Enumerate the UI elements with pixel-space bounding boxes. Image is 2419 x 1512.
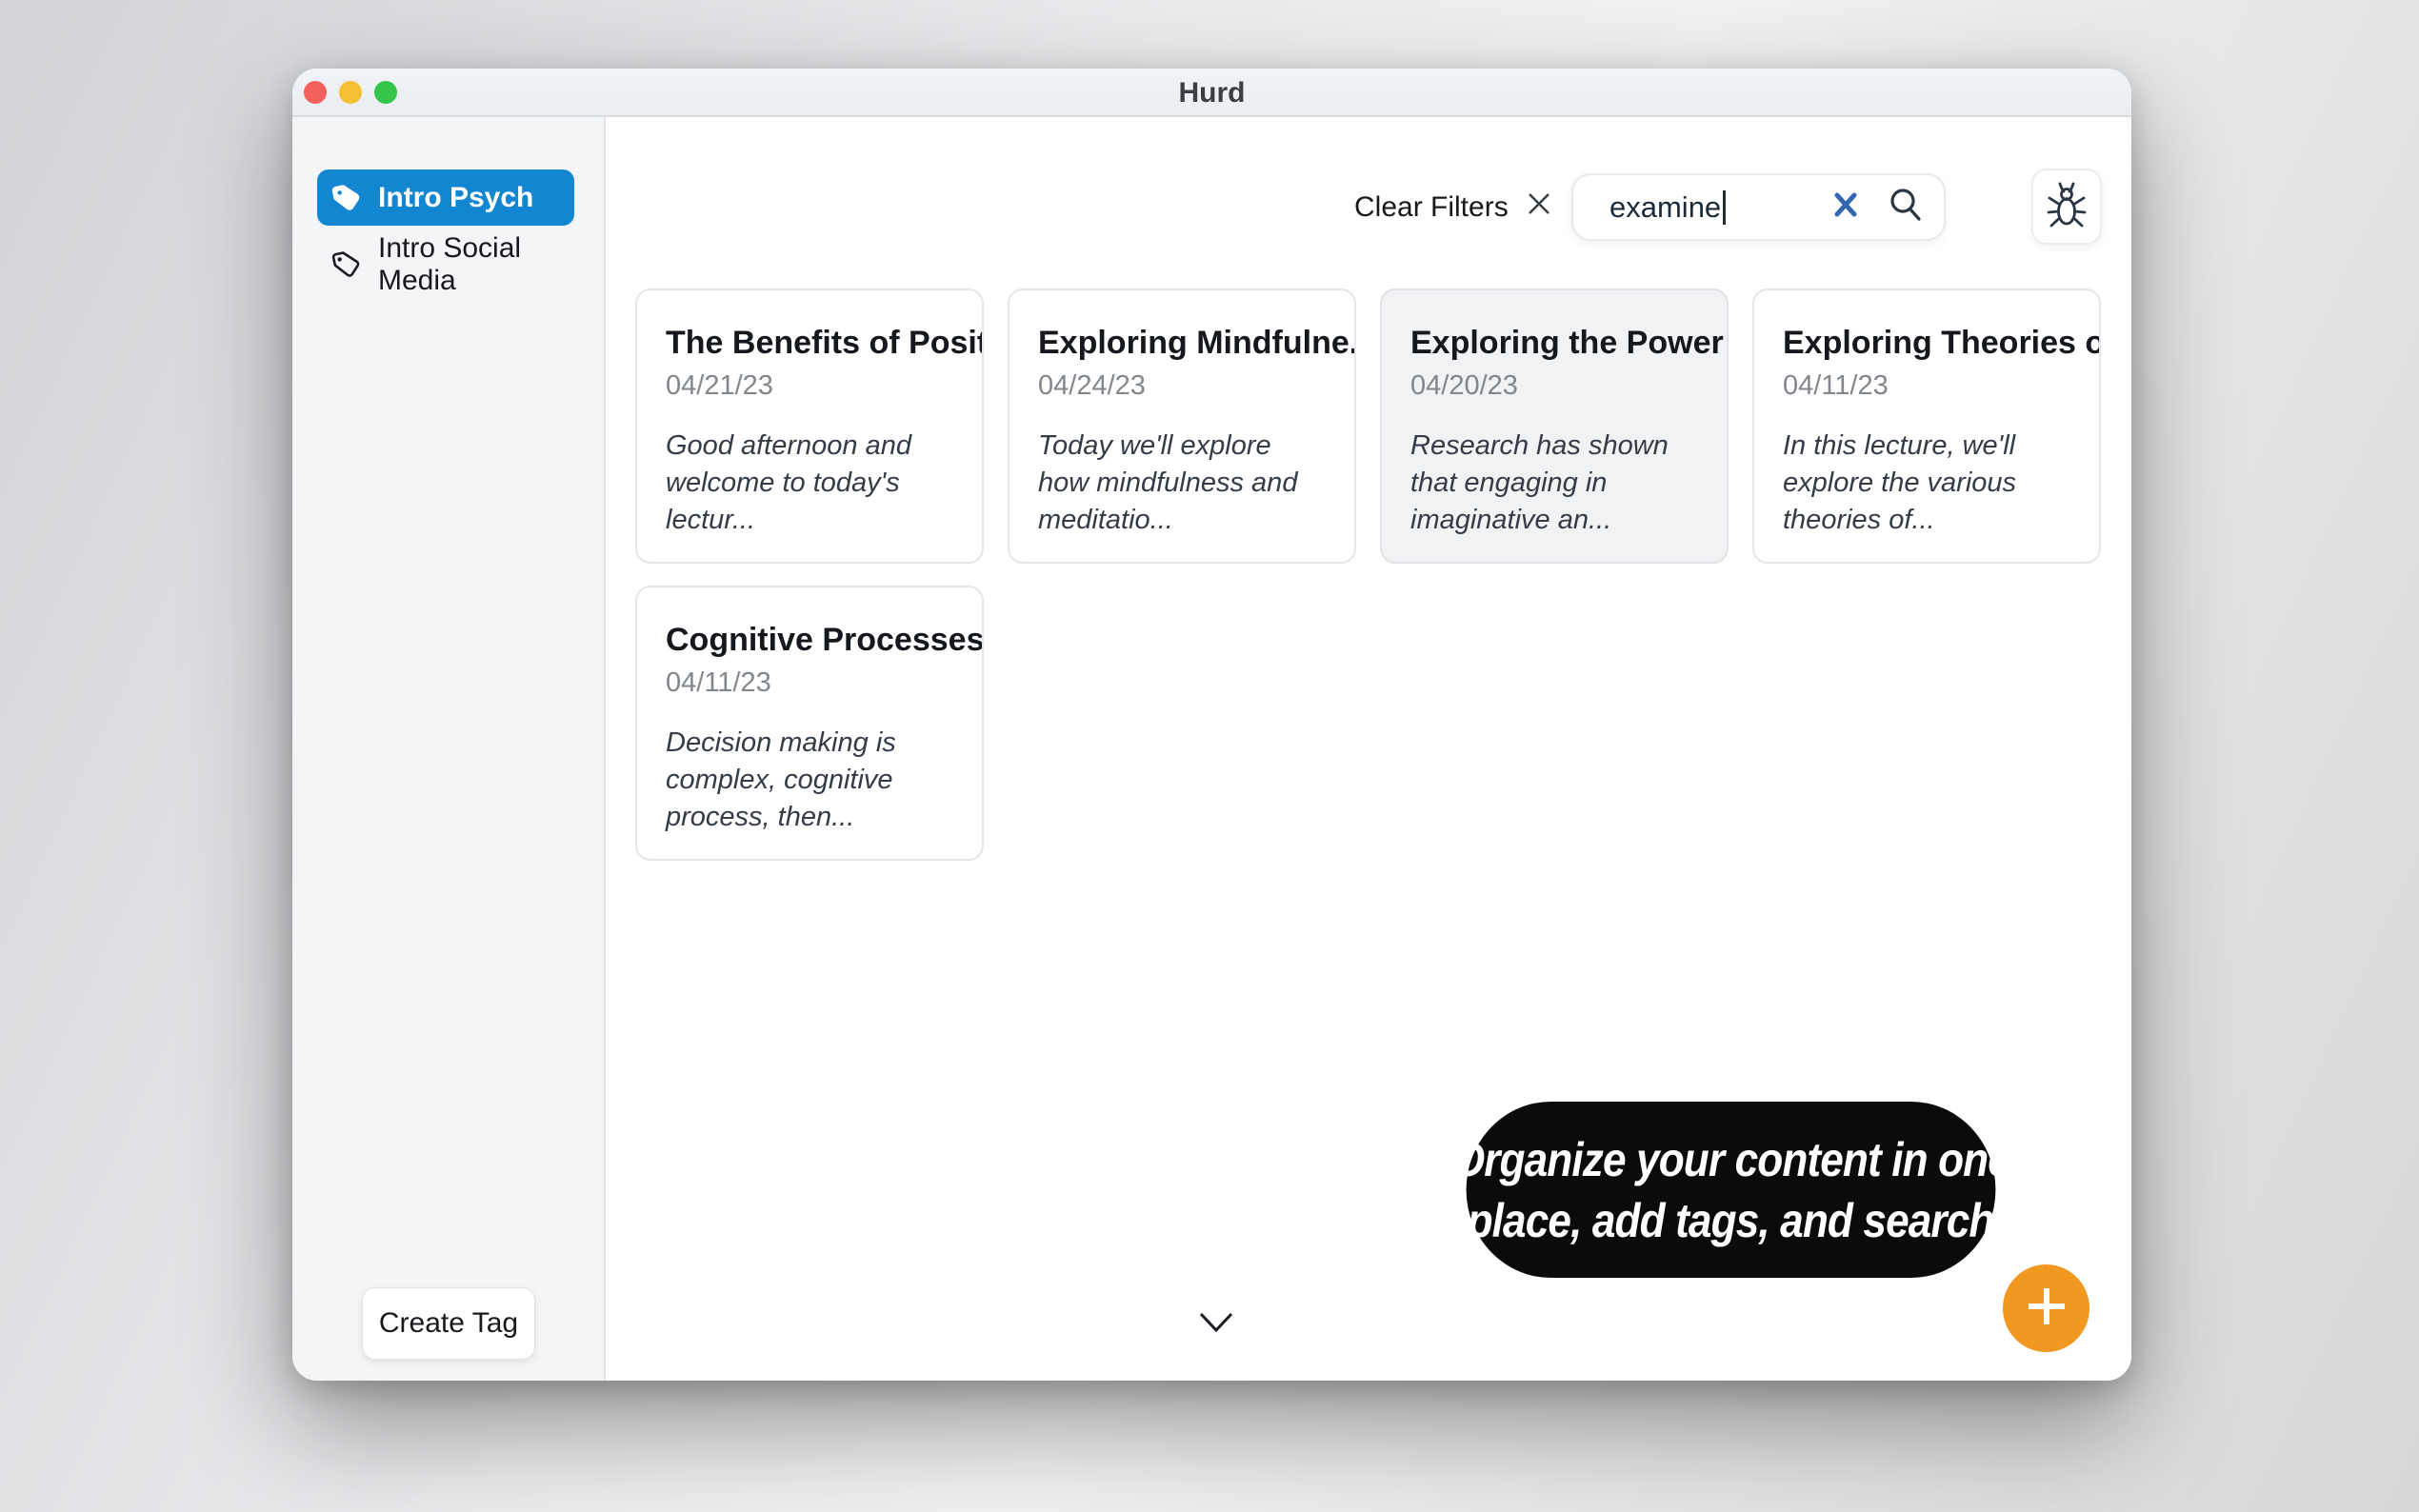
titlebar: Hurd	[292, 69, 2131, 117]
note-card[interactable]: Exploring Mindfulne... 04/24/23 Today we…	[1008, 288, 1356, 564]
search-icon[interactable]	[1887, 186, 1925, 229]
search-box[interactable]: examine	[1571, 173, 1946, 241]
note-card[interactable]: Exploring the Power ... 04/20/23 Researc…	[1380, 288, 1729, 564]
window-title: Hurd	[292, 69, 2131, 117]
sidebar-tag-item[interactable]: Intro Social Media	[317, 236, 574, 292]
search-input[interactable]: examine	[1609, 190, 1831, 225]
note-date: 04/24/23	[1038, 370, 1328, 402]
tooltip-line-2: place, add tags, and search	[1468, 1190, 1994, 1251]
tag-icon	[330, 182, 363, 214]
clear-filters-button[interactable]: Clear Filters	[1354, 186, 1552, 229]
scroll-down-chevron[interactable]	[1199, 1311, 1233, 1334]
note-title: The Benefits of Posit...	[666, 325, 955, 362]
text-caret	[1723, 190, 1726, 225]
clear-filters-label: Clear Filters	[1354, 191, 1509, 224]
create-tag-button[interactable]: Create Tag	[362, 1287, 535, 1360]
note-excerpt: Today we'll explore how mindfulness and …	[1038, 428, 1328, 539]
cards-grid: The Benefits of Posit... 04/21/23 Good a…	[635, 288, 2101, 861]
note-excerpt: Good afternoon and welcome to today's le…	[666, 428, 955, 539]
tag-label: Intro Psych	[378, 182, 533, 214]
plus-icon	[2024, 1283, 2069, 1334]
note-date: 04/11/23	[666, 667, 955, 699]
note-excerpt: Decision making is complex, cognitive pr…	[666, 725, 955, 836]
clear-search-icon[interactable]	[1831, 190, 1860, 224]
note-duration: Duration: 40m	[666, 561, 955, 564]
tag-label: Intro Social Media	[378, 232, 574, 297]
onboarding-tooltip: Organize your content in one place, add …	[1467, 1102, 1996, 1278]
note-card[interactable]: Cognitive Processes ... 04/11/23 Decisio…	[635, 586, 984, 861]
debug-button[interactable]	[2031, 169, 2102, 245]
note-date: 04/21/23	[666, 370, 955, 402]
note-duration: Duration: 36m	[1038, 561, 1328, 564]
note-title: Cognitive Processes ...	[666, 622, 955, 659]
bug-icon	[2045, 180, 2089, 234]
sidebar: Intro Psych Intro Social Media Create Ta…	[292, 117, 606, 1381]
note-excerpt: Research has shown that engaging in imag…	[1410, 428, 1700, 539]
tag-icon	[330, 249, 363, 281]
note-excerpt: In this lecture, we'll explore the vario…	[1783, 428, 2072, 539]
add-content-fab[interactable]	[2003, 1264, 2089, 1352]
sidebar-tag-item[interactable]: Intro Psych	[317, 169, 574, 226]
note-title: Exploring Theories o...	[1783, 325, 2072, 362]
app-window: Hurd Intro Psych Intro Social Media Crea…	[292, 69, 2131, 1381]
tooltip-line-1: Organize your content in one	[1451, 1129, 2009, 1190]
note-date: 04/11/23	[1783, 370, 2072, 402]
note-duration: Duration: 33s	[1783, 561, 2072, 564]
note-title: Exploring Mindfulne...	[1038, 325, 1328, 362]
search-value: examine	[1609, 190, 1721, 225]
note-title: Exploring the Power ...	[1410, 325, 1700, 362]
create-tag-label: Create Tag	[379, 1307, 518, 1340]
note-duration: Duration: 35m	[666, 858, 955, 861]
note-duration: Duration: 40m	[1410, 561, 1700, 564]
tag-list: Intro Psych Intro Social Media	[317, 169, 582, 292]
note-card[interactable]: Exploring Theories o... 04/11/23 In this…	[1752, 288, 2101, 564]
note-card[interactable]: The Benefits of Posit... 04/21/23 Good a…	[635, 288, 984, 564]
clear-filters-x-icon[interactable]	[1526, 190, 1552, 225]
note-date: 04/20/23	[1410, 370, 1700, 402]
